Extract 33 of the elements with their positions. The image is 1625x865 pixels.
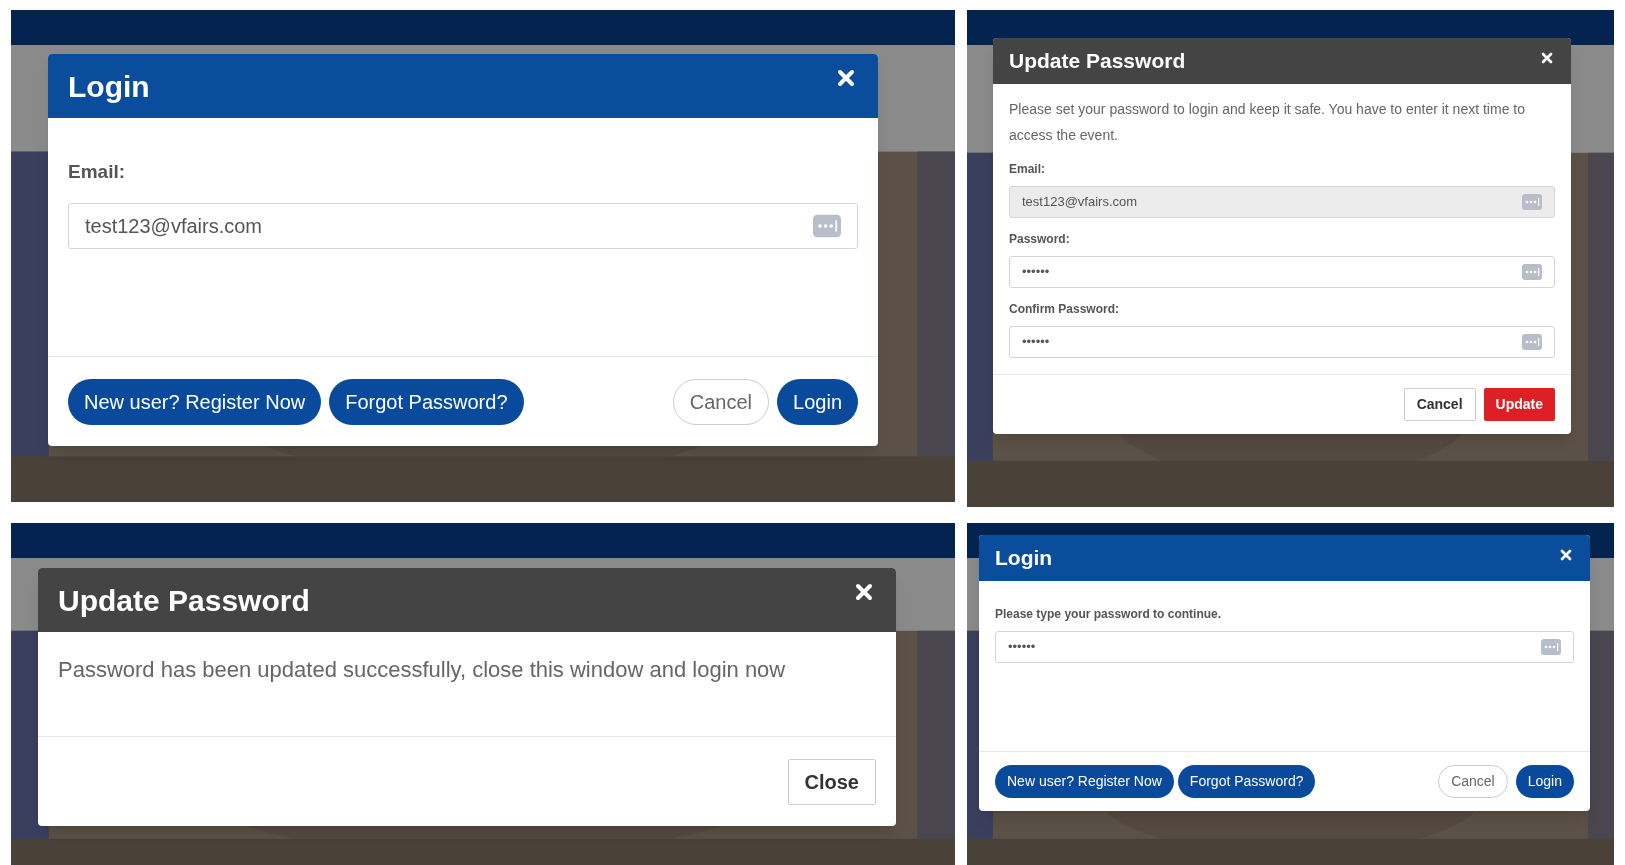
close-icon[interactable]	[1539, 50, 1555, 66]
input-field[interactable]: test123@vfairs.com	[68, 202, 858, 249]
input-field[interactable]: ••••••	[1009, 326, 1555, 358]
field-label: Please type your password to continue.	[995, 606, 1223, 623]
field-label: Email:	[1009, 161, 1046, 178]
dialog-button[interactable]: Cancel	[1438, 765, 1508, 798]
dialog-title: Update Password	[58, 582, 310, 619]
dialog-button[interactable]: New user? Register Now	[995, 765, 1174, 798]
input-field[interactable]: ••••••	[1009, 256, 1555, 288]
dialog-button[interactable]: Cancel	[672, 378, 770, 425]
dialog-button[interactable]: Cancel	[1403, 388, 1476, 421]
field-label: Email:	[68, 160, 127, 184]
dots-icon	[1522, 264, 1542, 280]
dialog-message: Password has been updated successfully, close this window and login now	[58, 656, 787, 684]
dialog-button[interactable]: Login	[1515, 765, 1574, 798]
close-icon[interactable]	[1558, 547, 1574, 563]
dialog-button[interactable]: Forgot Password?	[1177, 765, 1316, 798]
dialog-title: Update Password	[1009, 48, 1186, 75]
dialog-button[interactable]: Forgot Password?	[329, 378, 524, 425]
dialog-button[interactable]: Update	[1483, 388, 1555, 421]
dialog-button[interactable]: Close	[787, 758, 876, 805]
dialog-title: Login	[68, 68, 150, 105]
dots-icon	[1522, 194, 1542, 210]
dialog-button[interactable]: New user? Register Now	[68, 378, 322, 425]
field-label: Confirm Password:	[1009, 301, 1120, 318]
input-field[interactable]: ••••••	[995, 631, 1574, 663]
dialog-message: Please set your password to login and keep it safe. You have to enter it next time to access the event.	[1009, 100, 1526, 145]
dialog-button[interactable]: Login	[777, 378, 858, 425]
dots-icon	[1541, 639, 1561, 655]
dots-icon	[813, 213, 841, 238]
dialog-title: Login	[995, 545, 1053, 572]
dots-icon	[1522, 334, 1542, 350]
field-label: Password:	[1009, 231, 1071, 248]
